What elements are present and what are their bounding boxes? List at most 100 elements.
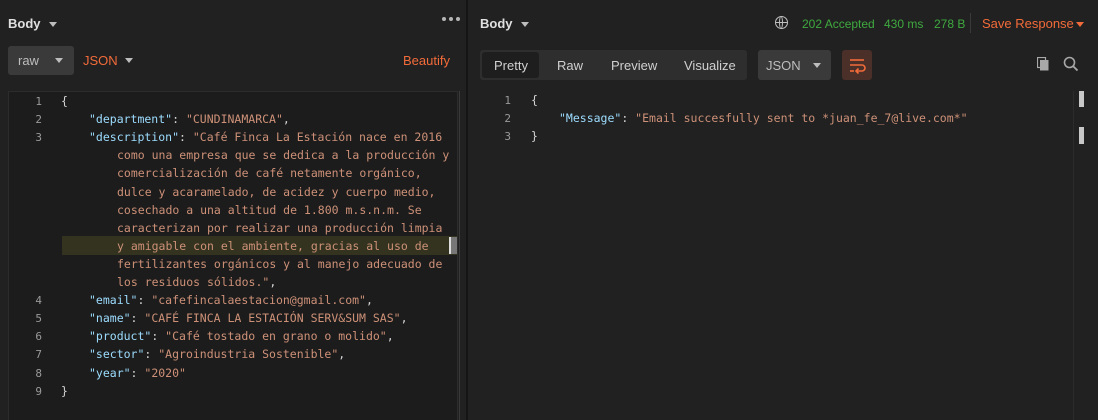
- json-string-value: "CAFÉ FINCA LA ESTACIÓN SERV&SUM SAS": [144, 311, 401, 326]
- tab-raw[interactable]: Raw: [557, 58, 583, 73]
- line-number: 2: [35, 113, 42, 127]
- wrap-lines-icon: [850, 59, 866, 75]
- response-scrollbar-marker[interactable]: [1079, 127, 1084, 144]
- code-line: fertilizantes orgánicos y al manejo adec…: [117, 257, 442, 271]
- line-number: 7: [35, 348, 42, 362]
- response-time[interactable]: 430 ms: [884, 17, 923, 31]
- code-line: "department": "CUNDINAMARCA",: [89, 112, 290, 127]
- response-format-label: JSON: [766, 58, 801, 73]
- editor-scrollbar[interactable]: [459, 91, 460, 420]
- json-string-value: "Email succesfully sent to *juan_fe_7@li…: [635, 111, 968, 125]
- wrap-lines-button[interactable]: [842, 50, 872, 80]
- request-code-editor[interactable]: 1 {2 "department": "CUNDINAMARCA", 3 "descri…: [8, 91, 458, 420]
- json-string-value: "CUNDINAMARCA": [185, 112, 283, 127]
- globe-icon[interactable]: [775, 16, 788, 29]
- response-body-title-dropdown[interactable]: Body: [480, 16, 529, 31]
- json-string-value: caracterizan por realizar una producción…: [117, 220, 443, 235]
- json-key: "year": [89, 365, 131, 380]
- json-key: "Message": [559, 111, 622, 125]
- json-string-value: "Café tostado en grano o molido": [165, 329, 387, 344]
- request-body-title-dropdown[interactable]: Body: [8, 16, 57, 31]
- beautify-button[interactable]: Beautify: [403, 53, 450, 68]
- json-brace: }: [531, 129, 538, 143]
- response-size[interactable]: 278 B: [934, 17, 965, 31]
- json-string-value: "Agroindustria Sostenible": [158, 347, 339, 362]
- response-format-dropdown[interactable]: JSON: [758, 50, 831, 80]
- code-line: los residuos sólidos.",: [117, 275, 276, 289]
- body-type-label: raw: [18, 53, 39, 68]
- save-response-button[interactable]: Save Response: [982, 16, 1074, 31]
- code-line: caracterizan por realizar una producción…: [117, 221, 442, 235]
- line-number: 3: [504, 130, 511, 143]
- json-string-value: cosechado a una altitud de 1.800 m.s.n.m…: [117, 202, 422, 217]
- json-punctuation: ,: [282, 112, 290, 127]
- json-string-value: "2020": [144, 365, 186, 380]
- response-code-viewer[interactable]: 1 {2 "Message": "Email succesfully sent to…: [492, 91, 1092, 420]
- caret-down-icon: [813, 63, 821, 68]
- line-number: 5: [35, 312, 42, 326]
- json-string-value: y amigable con el ambiente, gracias al u…: [117, 238, 429, 253]
- copy-icon[interactable]: [1037, 57, 1049, 71]
- language-dropdown[interactable]: JSON: [83, 53, 118, 68]
- code-line: "name": "CAFÉ FINCA LA ESTACIÓN SERV&SUM…: [89, 311, 408, 326]
- json-key: "description": [89, 130, 180, 145]
- response-scrollbar-thumb[interactable]: [1079, 91, 1084, 107]
- response-body-title: Body: [480, 16, 513, 31]
- json-key: "email": [89, 293, 138, 308]
- json-brace: {: [61, 94, 68, 108]
- json-string-value: "cafefincalaestacion@gmail.com": [151, 293, 366, 308]
- caret-down-icon: [55, 58, 63, 63]
- json-punctuation: ,: [365, 293, 373, 308]
- json-brace: }: [61, 383, 68, 398]
- search-icon[interactable]: [1063, 56, 1079, 72]
- caret-down-icon: [48, 22, 57, 28]
- code-line: {: [531, 93, 538, 107]
- caret-down-icon: [520, 22, 529, 28]
- code-line: "description": "Café Finca La Estación n…: [89, 130, 443, 145]
- status-code[interactable]: 202 Accepted: [802, 17, 875, 31]
- code-line: y amigable con el ambiente, gracias al u…: [117, 239, 429, 253]
- code-line: "year": "2020": [89, 365, 186, 380]
- json-key: "department": [89, 112, 173, 127]
- line-number: 2: [504, 112, 511, 125]
- json-string-value: fertilizantes orgánicos y al manejo adec…: [117, 256, 443, 271]
- json-punctuation: ,: [269, 275, 277, 289]
- json-string-value: dulce y acaramelado, de acidez y cuerpo …: [117, 184, 436, 199]
- request-body-panel: Body raw JSON Beautify 1 {2 "department": …: [0, 0, 466, 420]
- tab-pretty[interactable]: Pretty: [494, 58, 528, 73]
- json-punctuation: ,: [386, 329, 394, 344]
- code-line: {: [61, 94, 68, 108]
- code-line: }: [61, 384, 68, 398]
- response-body-panel: Body 202 Accepted 430 ms 278 B Save Resp…: [468, 0, 1098, 420]
- more-dots-icon[interactable]: [442, 17, 460, 21]
- text-cursor: [449, 237, 457, 254]
- line-number: 3: [35, 131, 42, 145]
- response-view-tabs: Pretty Raw Preview Visualize: [480, 50, 747, 80]
- code-line: "sector": "Agroindustria Sostenible",: [89, 347, 346, 362]
- json-brace: {: [531, 93, 538, 107]
- caret-down-icon[interactable]: [1076, 22, 1084, 27]
- body-type-dropdown[interactable]: raw: [8, 46, 74, 75]
- tab-visualize[interactable]: Visualize: [684, 58, 736, 73]
- line-number: 4: [35, 294, 42, 308]
- line-number: 1: [504, 94, 511, 107]
- json-string-value: comercialización de café netamente orgán…: [117, 166, 422, 181]
- json-key: "name": [89, 311, 131, 326]
- code-line: como una empresa que se dedica a la prod…: [117, 148, 449, 162]
- line-number: 9: [35, 384, 42, 398]
- json-string-value: como una empresa que se dedica a la prod…: [117, 148, 450, 163]
- line-number: 8: [35, 366, 42, 380]
- request-body-title: Body: [8, 16, 41, 31]
- header-separator: [970, 13, 971, 33]
- caret-down-icon[interactable]: [125, 58, 133, 63]
- tab-preview[interactable]: Preview: [611, 58, 657, 73]
- code-line: "product": "Café tostado en grano o moli…: [89, 329, 394, 344]
- line-number: 1: [35, 95, 42, 108]
- code-line: "Message": "Email succesfully sent to *j…: [559, 111, 968, 125]
- line-number: 6: [35, 330, 42, 344]
- json-punctuation: ,: [400, 311, 408, 326]
- json-key: "product": [89, 329, 152, 344]
- response-viewer-edge: [1073, 91, 1074, 420]
- code-line: cosechado a una altitud de 1.800 m.s.n.m…: [117, 203, 422, 217]
- json-string-value: los residuos sólidos.": [117, 275, 270, 289]
